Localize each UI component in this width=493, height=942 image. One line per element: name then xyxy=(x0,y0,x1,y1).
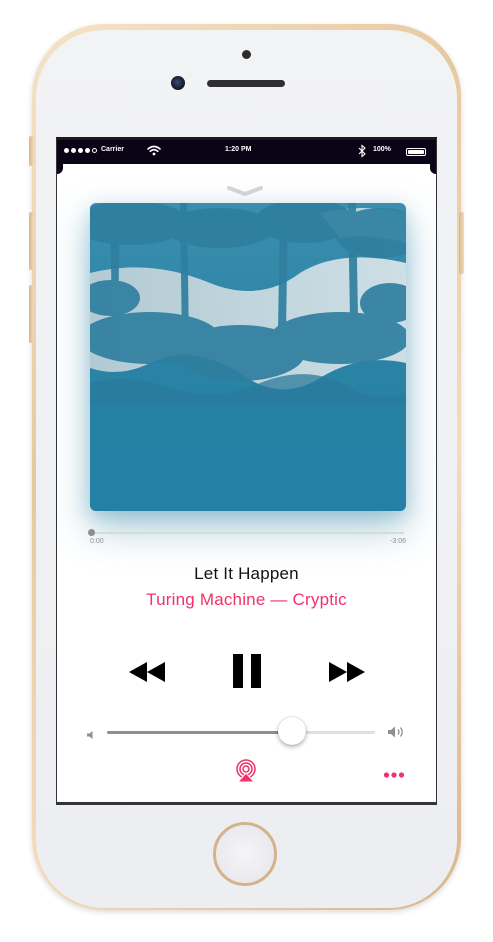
volume-down-button xyxy=(29,285,34,343)
song-title: Let It Happen xyxy=(194,564,299,583)
proximity-sensor xyxy=(242,50,251,59)
volume-slider[interactable] xyxy=(107,731,375,734)
speaker-low-icon xyxy=(86,727,96,745)
more-icon[interactable] xyxy=(383,766,405,784)
playback-progress-bar[interactable] xyxy=(92,532,404,534)
sheet-corner-left xyxy=(57,164,63,174)
front-camera xyxy=(171,76,185,90)
rewind-icon[interactable] xyxy=(127,660,167,689)
pause-icon[interactable] xyxy=(231,652,263,695)
speaker-high-icon xyxy=(387,725,407,744)
home-button[interactable] xyxy=(213,822,277,886)
mute-switch xyxy=(29,136,34,166)
battery-icon xyxy=(406,148,426,156)
volume-level xyxy=(107,731,292,734)
remaining-time: -3:06 xyxy=(390,538,406,545)
clock: 1:20 PM xyxy=(225,146,252,153)
power-button xyxy=(459,212,464,274)
fast-forward-icon[interactable] xyxy=(327,660,367,689)
carrier-label: Carrier xyxy=(101,146,124,153)
status-bar: Carrier 1:20 PM 100% xyxy=(57,140,436,164)
elapsed-time: 0:00 xyxy=(90,538,104,545)
sheet-corner-right xyxy=(430,164,436,174)
chevron-down-icon[interactable] xyxy=(226,184,264,202)
bluetooth-icon xyxy=(357,144,367,160)
album-artwork xyxy=(90,203,406,511)
screen: Carrier 1:20 PM 100% 0:00 -3:06 Let It H… xyxy=(56,137,437,805)
airplay-icon[interactable] xyxy=(234,759,258,788)
artist-album[interactable]: Turing Machine — Cryptic xyxy=(57,590,436,610)
volume-up-button xyxy=(29,212,34,270)
volume-knob[interactable] xyxy=(277,717,306,745)
signal-strength-icon xyxy=(64,148,97,153)
battery-percentage: 100% xyxy=(373,146,391,153)
earpiece-speaker xyxy=(207,80,285,87)
playback-scrubber[interactable] xyxy=(88,529,95,536)
wifi-icon xyxy=(147,145,161,158)
